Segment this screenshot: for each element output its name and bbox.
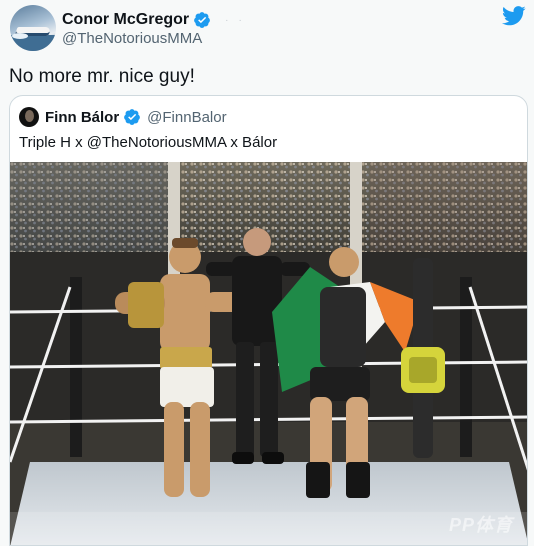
photo-illustration <box>10 162 527 545</box>
separator-dots: ·· <box>225 14 252 26</box>
quoted-verified-badge-icon <box>123 108 141 126</box>
wrestling-action-figures-photo[interactable]: PP体育 <box>10 162 527 545</box>
avatar-spray <box>12 33 28 39</box>
tweet-card[interactable]: Conor McGregor ·· @TheNotoriousMMA No mo… <box>0 0 534 546</box>
quoted-handle[interactable]: @FinnBalor <box>147 109 226 126</box>
author-name-row: Conor McGregor ·· <box>62 10 252 30</box>
author-display-name[interactable]: Conor McGregor <box>62 11 189 29</box>
quoted-tweet-text: Triple H x @TheNotoriousMMA x Bálor <box>19 134 278 151</box>
twitter-bird-icon[interactable] <box>501 6 526 26</box>
verified-badge-icon <box>193 11 211 29</box>
quoted-tweet[interactable]: Finn Bálor @FinnBalor Triple H x @TheNot… <box>9 95 528 546</box>
quoted-author-row: Finn Bálor @FinnBalor <box>19 107 227 127</box>
quoted-author-avatar[interactable] <box>19 107 39 127</box>
author-handle[interactable]: @TheNotoriousMMA <box>62 30 202 47</box>
author-avatar[interactable] <box>10 5 56 51</box>
watermark-logo: PP体育 <box>448 515 513 535</box>
tweet-text: No more mr. nice guy! <box>9 66 195 87</box>
quoted-display-name[interactable]: Finn Bálor <box>45 109 119 126</box>
